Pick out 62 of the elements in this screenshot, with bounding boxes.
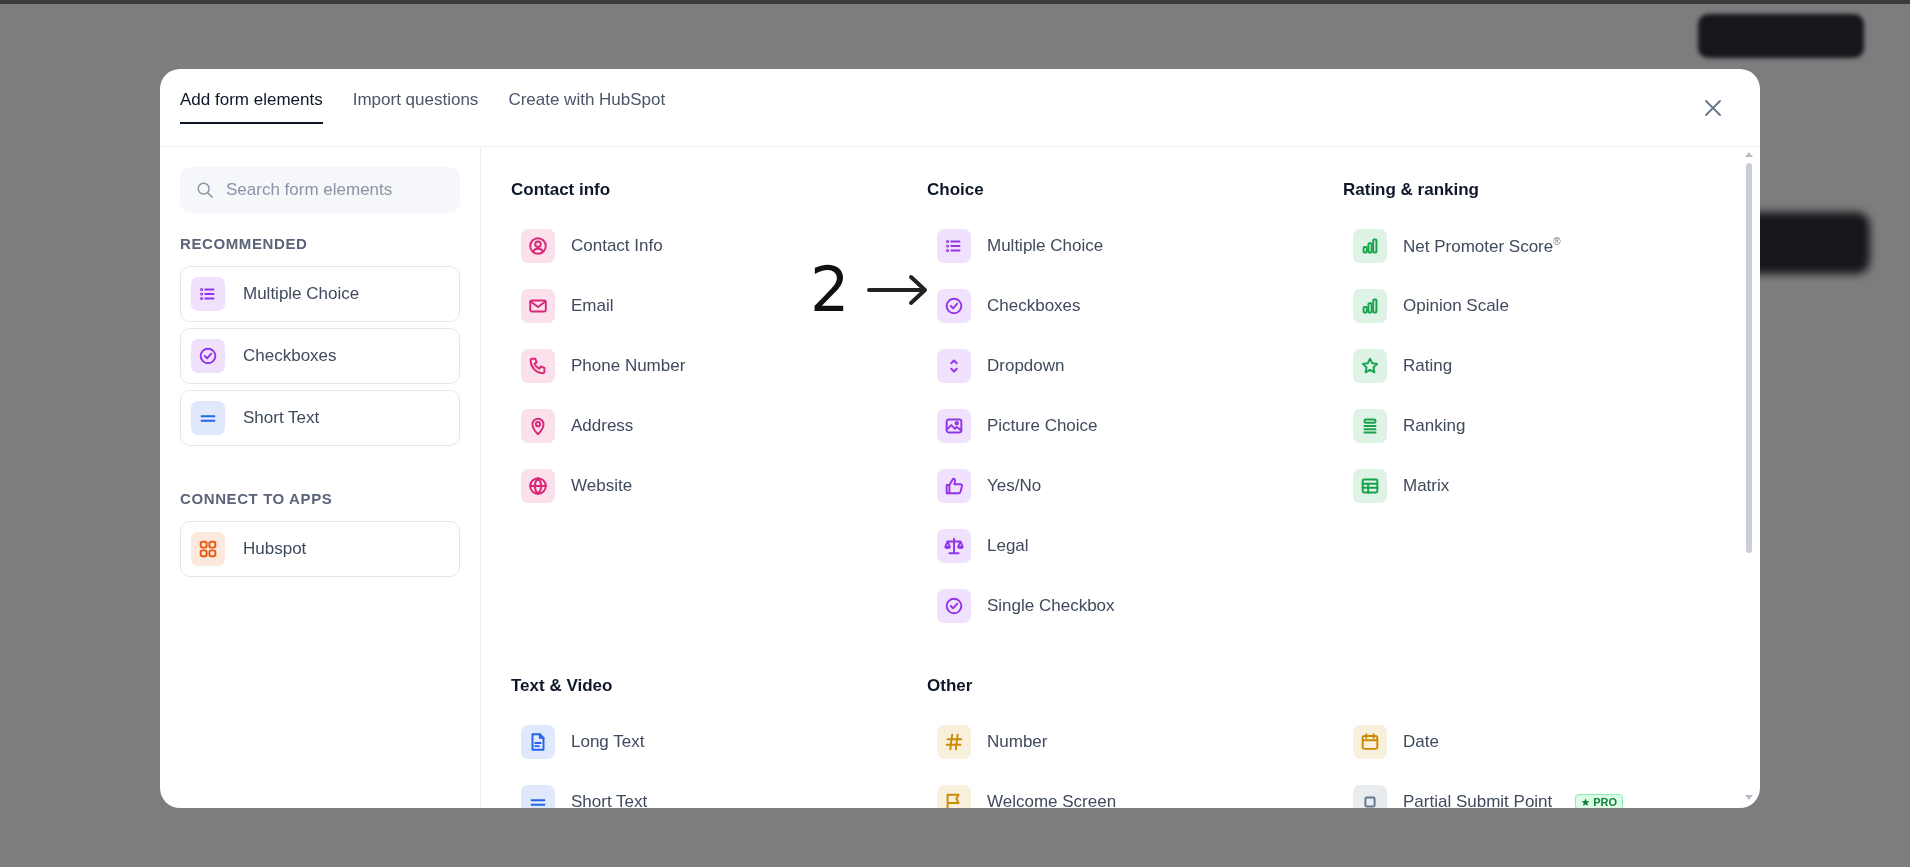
element-item[interactable]: Number — [927, 717, 1058, 767]
element-item[interactable]: Dropdown — [927, 341, 1075, 391]
element-item[interactable]: Short Text — [511, 777, 658, 808]
element-item[interactable]: Rating — [1343, 341, 1463, 391]
lines-icon — [191, 401, 225, 435]
globe-icon — [521, 469, 555, 503]
element-item[interactable]: Opinion Scale — [1343, 281, 1519, 331]
thumbs-up-icon — [937, 469, 971, 503]
user-icon — [521, 229, 555, 263]
element-item[interactable]: Net Promoter Score$^{®}$ — [1343, 221, 1571, 271]
element-item[interactable]: Website — [511, 461, 643, 511]
section-heading: Choice — [927, 180, 985, 201]
pro-badge: PRO — [1575, 794, 1623, 808]
element-item[interactable]: Date — [1343, 717, 1449, 767]
document-icon — [521, 725, 555, 759]
search-icon — [196, 181, 214, 199]
image-icon — [937, 409, 971, 443]
calendar-icon — [1353, 725, 1387, 759]
section-heading: Rating & ranking — [1343, 180, 1480, 201]
element-item[interactable]: Multiple Choice — [927, 221, 1114, 271]
group-heading: CONNECT TO APPS — [180, 490, 334, 507]
element-item[interactable]: Checkboxes — [927, 281, 1091, 331]
search-field[interactable]: Search form elements — [180, 167, 460, 213]
element-item[interactable]: Partial Submit Point PRO — [1343, 777, 1633, 808]
element-item[interactable]: Picture Choice — [927, 401, 1108, 451]
element-card[interactable]: Multiple Choice — [180, 266, 460, 322]
bar-chart-icon — [1353, 229, 1387, 263]
dialog-tab[interactable]: Import questions — [352, 90, 479, 124]
location-pin-icon — [521, 409, 555, 443]
element-item[interactable]: Long Text — [511, 717, 655, 767]
element-item[interactable]: Matrix — [1343, 461, 1460, 511]
element-card[interactable]: Short Text — [180, 390, 460, 446]
list-icon — [191, 277, 225, 311]
element-item[interactable]: Address — [511, 401, 644, 451]
annotation-arrow — [867, 273, 930, 307]
chevrons-icon — [937, 349, 971, 383]
table-icon — [1353, 469, 1387, 503]
group-heading: RECOMMENDED — [180, 235, 309, 252]
dialog-tab[interactable]: Add form elements — [180, 90, 323, 124]
element-item[interactable]: Single Checkbox — [927, 581, 1125, 631]
grid-icon — [191, 532, 225, 566]
element-item[interactable]: Email — [511, 281, 624, 331]
scales-icon — [937, 529, 971, 563]
element-item[interactable]: Welcome Screen — [927, 777, 1127, 808]
phone-icon — [521, 349, 555, 383]
element-item[interactable]: Legal — [927, 521, 1039, 571]
section-heading: Text & Video — [511, 676, 614, 697]
section-heading: Other — [927, 676, 974, 697]
envelope-icon — [521, 289, 555, 323]
section-heading: Contact info — [511, 180, 612, 201]
element-item[interactable]: Phone Number — [511, 341, 696, 391]
hash-icon — [937, 725, 971, 759]
dialog-tab[interactable]: Create with HubSpot — [508, 90, 666, 124]
stack-icon — [1353, 409, 1387, 443]
element-item[interactable]: Yes/No — [927, 461, 1052, 511]
list-icon — [937, 229, 971, 263]
element-card[interactable]: Hubspot — [180, 521, 460, 577]
element-item[interactable]: Ranking — [1343, 401, 1476, 451]
bar-chart-icon — [1353, 289, 1387, 323]
annotation-number: 2 — [810, 259, 850, 321]
element-card[interactable]: Checkboxes — [180, 328, 460, 384]
element-item[interactable]: Contact Info — [511, 221, 673, 271]
